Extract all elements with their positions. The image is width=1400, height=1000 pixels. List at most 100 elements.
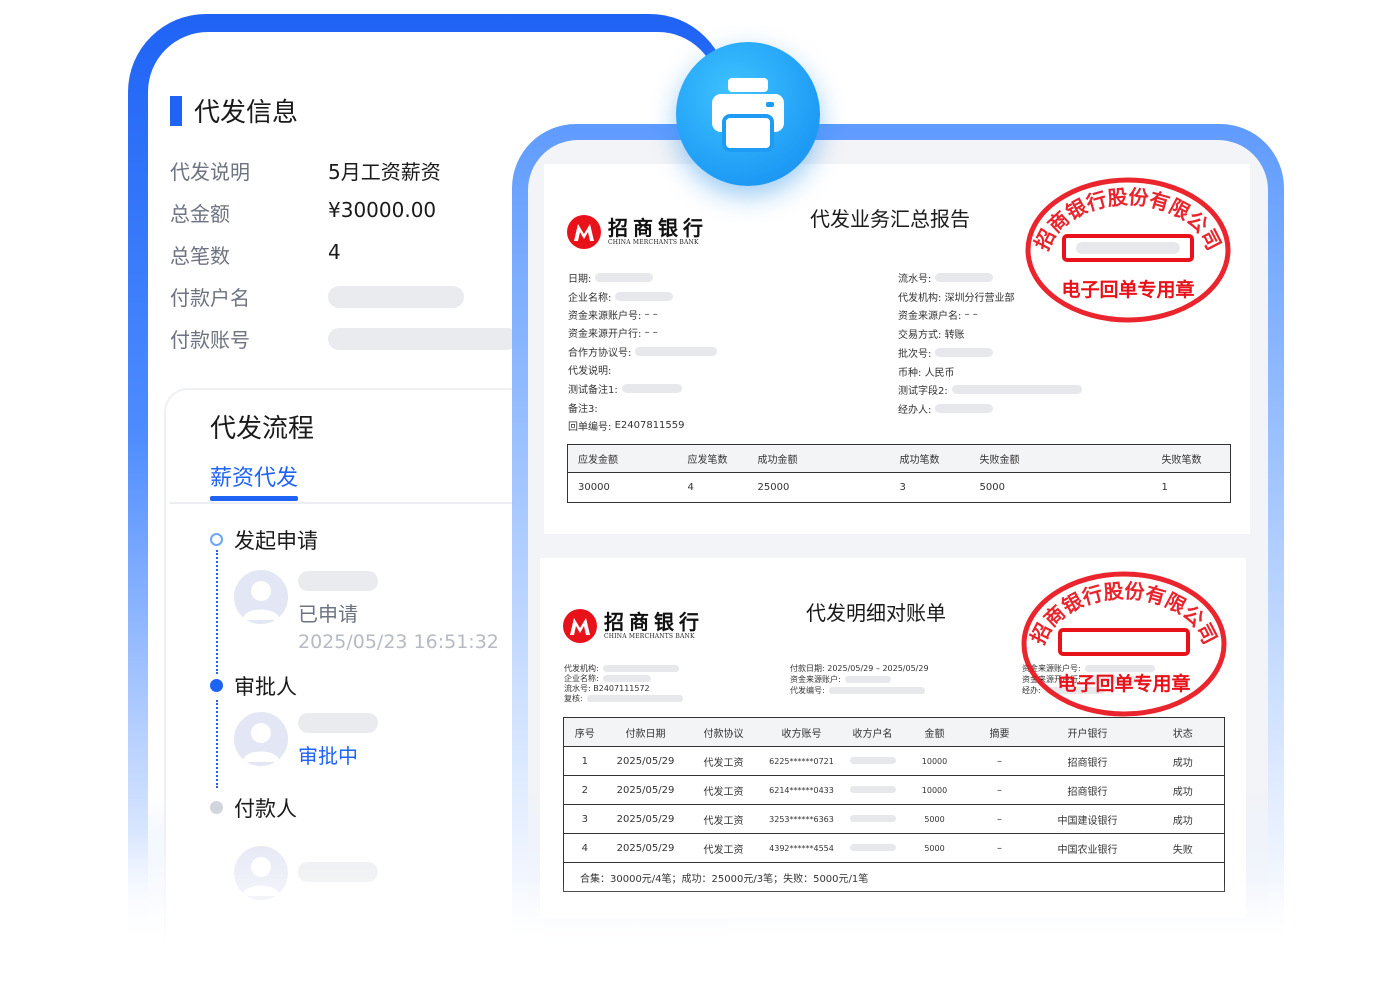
table-cell: 10000	[903, 775, 966, 805]
step-dot-approver	[210, 679, 223, 692]
step-label: 发起申请	[234, 529, 318, 553]
table-cell: 2	[563, 775, 606, 805]
table-cell: 2025/05/29	[605, 775, 686, 805]
bank-name-en: CHINA MERCHANTS BANK	[604, 633, 695, 640]
active-tab-indicator	[210, 496, 298, 501]
table-cell: 3	[899, 482, 906, 493]
info-value: 4	[328, 240, 341, 264]
table-row: 4 2025/05/29 代发工资 4392******4554 5000 – …	[563, 833, 1225, 863]
table-cell: 4392******4554	[761, 833, 842, 863]
print-button[interactable]	[676, 42, 820, 186]
summary-doc-title: 代发业务汇总报告	[810, 207, 970, 231]
table-cell: 中国建设银行	[1033, 804, 1142, 834]
bank-seal-stamp: 招商银行股份有限公司 电子回单专用章	[1021, 571, 1227, 717]
table-cell: 成功	[1141, 775, 1225, 805]
table-header-cell: 失败笔数	[1151, 444, 1231, 473]
table-header-cell: 失败金额	[969, 444, 1152, 473]
tab-salary-payment[interactable]: 薪资代发	[210, 460, 298, 492]
info-value: ¥30000.00	[328, 198, 437, 222]
payer-account-placeholder	[328, 328, 518, 350]
info-label: 总笔数	[170, 244, 230, 268]
table-cell: 中国农业银行	[1033, 833, 1142, 863]
detail-field: 资金来源账户:	[790, 674, 891, 685]
table-cell: 25000	[757, 482, 790, 493]
table-cell: 成功	[1141, 746, 1225, 776]
table-header-row: 应发金额 应发笔数 成功金额 成功笔数 失败金额 失败笔数	[567, 444, 1231, 473]
name-placeholder	[298, 571, 378, 591]
flow-title: 代发流程	[210, 414, 315, 444]
table-cell: 失败	[1141, 833, 1225, 863]
table-header-cell: 摘要	[965, 717, 1034, 747]
summary-field: 合作方协议号:	[568, 344, 718, 359]
summary-field: 回单编号: E2407811559	[568, 420, 685, 433]
summary-field: 企业名称:	[568, 289, 674, 304]
summary-field: 资金来源户名: – –	[898, 309, 978, 322]
table-header-cell: 应发笔数	[677, 444, 748, 473]
svg-text:电子回单专用章: 电子回单专用章	[1057, 672, 1190, 695]
info-label: 付款账号	[170, 328, 250, 352]
bank-seal-stamp: 招商银行股份有限公司 电子回单专用章	[1025, 177, 1231, 323]
table-header-cell: 序号	[563, 717, 606, 747]
table-header-cell: 成功笔数	[889, 444, 970, 473]
user-avatar-icon	[242, 581, 280, 620]
table-header-cell: 开户银行	[1033, 717, 1142, 747]
detail-table: 序号 付款日期 付款协议 收方账号 收方户名 金额 摘要 开户银行 状态 1 2…	[563, 717, 1225, 892]
table-cell: 招商银行	[1033, 746, 1142, 776]
info-title: 代发信息	[194, 98, 299, 128]
table-row: 1 2025/05/29 代发工资 6225******0721 10000 –…	[563, 746, 1225, 776]
table-header-cell: 金额	[903, 717, 966, 747]
table-header-cell: 付款日期	[605, 717, 686, 747]
bank-name-cn: 招商银行	[608, 216, 708, 240]
detail-field: 复核:	[564, 693, 683, 704]
detail-field: 付款日期: 2025/05/29 – 2025/05/29	[790, 664, 929, 673]
step-connector	[216, 550, 218, 674]
info-label: 代发说明	[170, 160, 250, 184]
table-cell: 4	[687, 482, 694, 493]
detail-doc-title: 代发明细对账单	[806, 601, 946, 625]
step-status: 已申请	[298, 602, 358, 626]
table-cell: 3253******6363	[761, 804, 842, 834]
table-cell: 3	[563, 804, 606, 834]
table-cell: 2025/05/29	[605, 746, 686, 776]
step-dot-initiated	[210, 533, 223, 546]
table-cell: 5000	[903, 804, 966, 834]
table-cell: 10000	[903, 746, 966, 776]
summary-field: 批次号:	[898, 345, 994, 360]
svg-text:招商银行股份有限公司: 招商银行股份有限公司	[1026, 579, 1222, 648]
table-header-row: 序号 付款日期 付款协议 收方账号 收方户名 金额 摘要 开户银行 状态	[563, 717, 1225, 747]
table-cell: 招商银行	[1033, 775, 1142, 805]
table-header-cell: 付款协议	[685, 717, 762, 747]
fade-overlay	[500, 880, 1300, 1000]
table-header-cell: 收方账号	[761, 717, 842, 747]
table-cell: 2025/05/29	[605, 804, 686, 834]
bank-logo: 招商银行 CHINA MERCHANTS BANK	[566, 214, 708, 250]
info-label: 总金额	[170, 202, 230, 226]
summary-field: 交易方式: 转账	[898, 330, 965, 341]
avatar	[234, 712, 288, 766]
payer-name-placeholder	[328, 286, 464, 308]
table-cell: –	[965, 833, 1034, 863]
bank-logo: 招商银行 CHINA MERCHANTS BANK	[562, 608, 704, 644]
summary-field: 日期:	[568, 270, 654, 285]
step-status: 审批中	[298, 744, 358, 768]
summary-field: 资金来源开户行: – –	[568, 327, 658, 340]
step-label: 付款人	[234, 797, 297, 821]
stage: 代发信息 代发说明 5月工资薪资 总金额 ¥30000.00 总笔数 4 付款户…	[0, 0, 1400, 1000]
summary-field: 备注3:	[568, 404, 598, 415]
table-header-cell: 成功金额	[747, 444, 890, 473]
summary-field: 测试备注1:	[568, 381, 682, 396]
summary-field: 流水号:	[898, 270, 994, 285]
table-cell: –	[965, 746, 1034, 776]
summary-field: 币种: 人民币	[898, 368, 955, 379]
table-cell: 1	[563, 746, 606, 776]
table-cell: 2025/05/29	[605, 833, 686, 863]
step-time: 2025/05/23 16:51:32	[298, 631, 499, 653]
step-dot-payer	[210, 801, 223, 814]
summary-field: 代发说明:	[568, 366, 612, 377]
tab-divider	[170, 502, 515, 504]
bank-name-en: CHINA MERCHANTS BANK	[608, 239, 699, 246]
table-cell: 代发工资	[685, 804, 762, 834]
user-avatar-icon	[242, 723, 280, 762]
table-cell: 6214******0433	[761, 775, 842, 805]
svg-text:电子回单专用章: 电子回单专用章	[1061, 278, 1194, 301]
